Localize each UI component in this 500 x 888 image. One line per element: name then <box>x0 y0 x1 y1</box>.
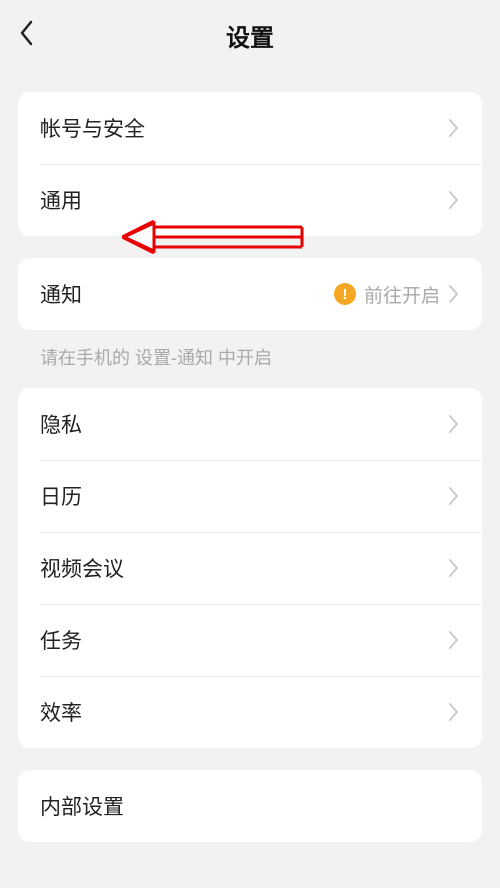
list-item-privacy[interactable]: 隐私 <box>18 388 482 460</box>
list-item-calendar[interactable]: 日历 <box>18 460 482 532</box>
list-item-label: 通知 <box>40 279 334 309</box>
back-button[interactable] <box>18 19 34 52</box>
list-item-label: 效率 <box>40 697 448 727</box>
list-item-label: 任务 <box>40 625 448 655</box>
chevron-left-icon <box>18 19 34 47</box>
list-item-account-security[interactable]: 帐号与安全 <box>18 92 482 164</box>
chevron-right-icon <box>448 284 460 304</box>
list-item-notification[interactable]: 通知 ! 前往开启 <box>18 258 482 330</box>
chevron-right-icon <box>448 630 460 650</box>
hint-text: 请在手机的 设置-通知 中开启 <box>18 330 482 370</box>
list-item-efficiency[interactable]: 效率 <box>18 676 482 748</box>
list-item-label: 日历 <box>40 481 448 511</box>
chevron-right-icon <box>448 118 460 138</box>
chevron-right-icon <box>448 414 460 434</box>
list-item-label: 内部设置 <box>40 791 460 821</box>
secondary-text: 前往开启 <box>364 281 440 308</box>
chevron-right-icon <box>448 190 460 210</box>
list-item-general[interactable]: 通用 <box>18 164 482 236</box>
warning-icon: ! <box>334 283 356 305</box>
list-item-label: 通用 <box>40 185 448 215</box>
settings-group-internal: 内部设置 <box>18 770 482 842</box>
page-title: 设置 <box>20 18 480 53</box>
chevron-right-icon <box>448 558 460 578</box>
chevron-right-icon <box>448 486 460 506</box>
list-item-label: 帐号与安全 <box>40 113 448 143</box>
list-item-tasks[interactable]: 任务 <box>18 604 482 676</box>
settings-group-features: 隐私 日历 视频会议 任务 效率 <box>18 388 482 748</box>
list-item-video-meeting[interactable]: 视频会议 <box>18 532 482 604</box>
header: 设置 <box>0 0 500 70</box>
chevron-right-icon <box>448 702 460 722</box>
list-item-label: 隐私 <box>40 409 448 439</box>
list-item-internal-settings[interactable]: 内部设置 <box>18 770 482 842</box>
settings-group-account: 帐号与安全 通用 <box>18 92 482 236</box>
list-item-label: 视频会议 <box>40 553 448 583</box>
content: 帐号与安全 通用 通知 ! 前往开启 请在手机的 设置-通知 中开启 隐私 <box>0 92 500 842</box>
settings-group-notification: 通知 ! 前往开启 <box>18 258 482 330</box>
